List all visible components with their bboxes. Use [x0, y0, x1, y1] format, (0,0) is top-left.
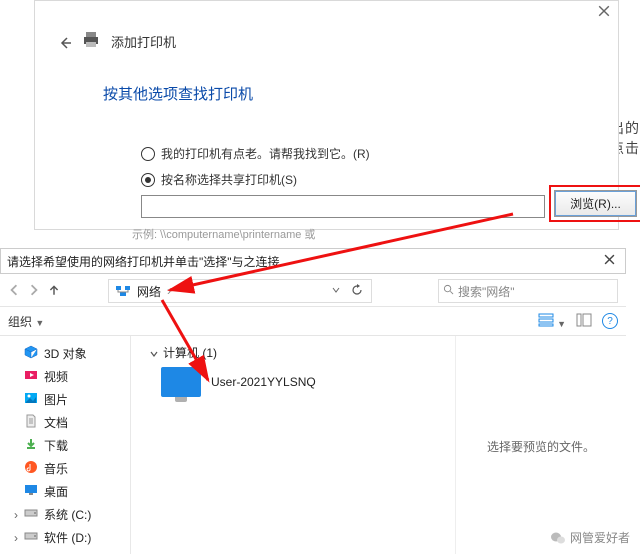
desktop-icon: [24, 483, 38, 500]
watermark-text: 网管爱好者: [570, 529, 630, 546]
group-header-label: 计算机 (1): [163, 344, 217, 361]
search-input[interactable]: 搜索"网络": [438, 279, 618, 303]
nav-up-icon[interactable]: [48, 284, 62, 298]
sidebar-item-label: 下载: [44, 437, 68, 454]
radio-icon: [141, 147, 155, 161]
sidebar-item-download[interactable]: 下载: [0, 434, 130, 457]
sidebar-item-disk[interactable]: ›文档 (E:): [0, 549, 130, 554]
sidebar-item-label: 视频: [44, 368, 68, 385]
cube-icon: [24, 345, 38, 362]
radio-icon: [141, 173, 155, 187]
toolbar-organize[interactable]: 组织 ▼: [8, 313, 44, 330]
radio-old-printer[interactable]: 我的打印机有点老。请帮我找到它。(R): [141, 145, 370, 162]
printer-path-input[interactable]: [141, 195, 545, 218]
watermark: 网管爱好者: [550, 529, 630, 546]
computer-name: User-2021YYLSNQ: [211, 375, 316, 389]
browse-button[interactable]: 浏览(R)...: [554, 190, 637, 217]
network-icon: [115, 285, 131, 297]
sidebar-item-label: 文档: [44, 414, 68, 431]
sidebar-item-label: 音乐: [44, 460, 68, 477]
add-printer-dialog: 添加打印机 按其他选项查找打印机 我的打印机有点老。请帮我找到它。(R) 按名称…: [34, 0, 619, 230]
sidebar-item-image[interactable]: 图片: [0, 388, 130, 411]
radio-shared-printer[interactable]: 按名称选择共享打印机(S): [141, 171, 297, 188]
nav-fwd-icon[interactable]: [28, 284, 42, 298]
expand-icon: ›: [10, 508, 18, 522]
preview-message: 选择要预览的文件。: [487, 438, 595, 455]
search-icon: [443, 284, 454, 298]
radio-label: 按名称选择共享打印机(S): [161, 171, 297, 188]
hint-text: 请选择希望使用的网络打印机并单击"选择"与之连接: [7, 253, 280, 270]
explorer-toolbar: 组织 ▼ ▼ ?: [0, 307, 626, 336]
view-small-icon[interactable]: ▼: [538, 313, 566, 330]
disk-icon: [24, 529, 38, 546]
preview-pane: 选择要预览的文件。: [455, 336, 626, 554]
help-icon[interactable]: ?: [602, 313, 618, 329]
computer-icon: [161, 367, 201, 397]
download-icon: [24, 437, 38, 454]
breadcrumb-dropdown-icon[interactable]: [331, 284, 345, 298]
refresh-icon[interactable]: [351, 284, 365, 298]
network-printer-hint: 请选择希望使用的网络打印机并单击"选择"与之连接: [0, 248, 626, 274]
chevron-down-icon: [149, 348, 159, 358]
printer-icon: [81, 31, 101, 52]
breadcrumb[interactable]: 网络 ›: [108, 279, 372, 303]
view-list-icon[interactable]: [576, 313, 592, 330]
explorer-nav: 网络 › 搜索"网络": [0, 276, 626, 307]
disk-icon: [24, 506, 38, 523]
image-icon: [24, 391, 38, 408]
sidebar-item-video[interactable]: 视频: [0, 365, 130, 388]
computer-item[interactable]: User-2021YYLSNQ: [161, 367, 447, 397]
nav-back-icon[interactable]: [8, 284, 22, 298]
sidebar-item-disk[interactable]: › 系统 (C:): [0, 503, 130, 526]
sidebar-item-disk[interactable]: › 软件 (D:): [0, 526, 130, 549]
group-header-computers[interactable]: 计算机 (1): [149, 344, 447, 361]
sidebar-item-cube[interactable]: 3D 对象: [0, 342, 130, 365]
sidebar-item-label: 桌面: [44, 483, 68, 500]
back-arrow-icon[interactable]: [57, 35, 71, 49]
sidebar-item-label: 图片: [44, 391, 68, 408]
doc-icon: [24, 414, 38, 431]
wechat-icon: [550, 531, 566, 545]
sidebar-item-music[interactable]: 音乐: [0, 457, 130, 480]
sidebar-item-label: 3D 对象: [44, 345, 87, 362]
sidebar-item-label: 系统 (C:): [44, 506, 91, 523]
close-hint-icon[interactable]: [604, 254, 615, 268]
close-icon[interactable]: [598, 5, 612, 19]
explorer-sidebar: 3D 对象视频图片文档下载音乐桌面 › 系统 (C:) › 软件 (D:) ›文档 (E:…: [0, 336, 131, 554]
sidebar-item-label: 软件 (D:): [44, 529, 91, 546]
explorer-content: 计算机 (1) User-2021YYLSNQ: [131, 336, 455, 554]
music-icon: [24, 460, 38, 477]
sidebar-item-doc[interactable]: 文档: [0, 411, 130, 434]
sidebar-item-desktop[interactable]: 桌面: [0, 480, 130, 503]
browse-highlight: 浏览(R)...: [549, 185, 640, 222]
dialog-subtitle: 按其他选项查找打印机: [103, 83, 253, 104]
radio-label: 我的打印机有点老。请帮我找到它。(R): [161, 145, 370, 162]
video-icon: [24, 368, 38, 385]
file-explorer: 网络 › 搜索"网络" 组织 ▼ ▼ ? 3D 对象视频图片文档下载音乐桌面 › 系…: [0, 276, 626, 554]
search-placeholder: 搜索"网络": [458, 283, 515, 300]
example-text: 示例: \\computername\printername 或: [132, 226, 315, 242]
expand-icon: ›: [10, 531, 18, 545]
dialog-title: 添加打印机: [111, 32, 176, 51]
chevron-right-icon: ›: [167, 284, 171, 298]
breadcrumb-label: 网络: [137, 283, 161, 300]
